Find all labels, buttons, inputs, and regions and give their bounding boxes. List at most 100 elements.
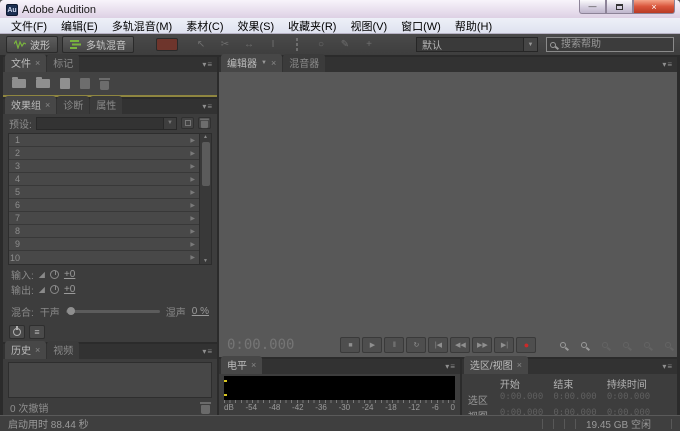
- stop-button[interactable]: ■: [340, 337, 360, 353]
- tab-close-icon[interactable]: ×: [251, 360, 256, 370]
- time-selection-tool-button[interactable]: I: [266, 39, 280, 50]
- delete-preset-button[interactable]: [198, 117, 211, 129]
- effect-slot[interactable]: 1▶: [9, 134, 199, 147]
- rack-list-button[interactable]: ≡: [29, 325, 45, 339]
- menu-help[interactable]: 帮助(H): [448, 17, 499, 35]
- play-button[interactable]: ▶: [362, 337, 382, 353]
- menu-file[interactable]: 文件(F): [4, 17, 54, 35]
- lasso-selection-tool-button[interactable]: ○: [314, 39, 328, 50]
- move-tool-button[interactable]: ↖: [194, 39, 208, 50]
- chevron-down-icon[interactable]: ▼: [523, 38, 537, 51]
- panel-menu-button[interactable]: ▾≡: [202, 347, 213, 356]
- chevron-down-icon[interactable]: ▼: [261, 60, 267, 66]
- selection-end[interactable]: 0:00.000: [553, 392, 606, 407]
- tab-history[interactable]: 历史×: [5, 341, 46, 359]
- slip-tool-button[interactable]: ↔: [242, 39, 256, 50]
- effect-slot[interactable]: 9▶: [9, 238, 199, 251]
- razor-tool-button[interactable]: ✂: [218, 39, 232, 50]
- history-list[interactable]: [8, 362, 212, 398]
- close-button[interactable]: ×: [633, 0, 675, 14]
- input-gain-knob[interactable]: [50, 270, 59, 279]
- mix-slider-thumb[interactable]: [67, 307, 75, 315]
- effect-slot[interactable]: 3▶: [9, 160, 199, 173]
- tab-video[interactable]: 视频: [47, 341, 79, 359]
- rewind-button[interactable]: ◀◀: [450, 337, 470, 353]
- wet-value[interactable]: 0 %: [192, 306, 209, 317]
- menu-effects[interactable]: 效果(S): [231, 17, 282, 35]
- import-file-button[interactable]: [36, 79, 50, 88]
- save-preset-button[interactable]: [181, 117, 194, 129]
- insert-into-multitrack-button[interactable]: [80, 78, 90, 89]
- slot-arrow-icon[interactable]: ▶: [190, 241, 199, 248]
- fast-forward-button[interactable]: ▶▶: [472, 337, 492, 353]
- menu-multitrack[interactable]: 多轨混音(M): [105, 17, 180, 35]
- open-file-button[interactable]: [12, 79, 26, 88]
- search-input[interactable]: [559, 38, 659, 51]
- editor-canvas[interactable]: [219, 72, 677, 333]
- slot-arrow-icon[interactable]: ▶: [190, 202, 199, 209]
- effect-slot[interactable]: 6▶: [9, 199, 199, 212]
- menu-window[interactable]: 窗口(W): [394, 17, 448, 35]
- tab-editor[interactable]: 编辑器▼×: [221, 54, 282, 72]
- slot-arrow-icon[interactable]: ▶: [190, 163, 199, 170]
- level-meter[interactable]: [224, 376, 455, 400]
- menu-edit[interactable]: 编辑(E): [54, 17, 105, 35]
- title-bar[interactable]: Au Adobe Audition — ×: [0, 0, 680, 18]
- scroll-down-icon[interactable]: ▼: [203, 258, 208, 264]
- tab-close-icon[interactable]: ×: [45, 100, 50, 110]
- new-file-button[interactable]: [60, 78, 70, 89]
- multitrack-view-button[interactable]: 多轨混音: [62, 36, 134, 53]
- slot-arrow-icon[interactable]: ▶: [190, 254, 199, 261]
- effect-slot[interactable]: 4▶: [9, 173, 199, 186]
- panel-menu-button[interactable]: ▾≡: [202, 102, 213, 111]
- slot-arrow-icon[interactable]: ▶: [190, 189, 199, 196]
- tab-close-icon[interactable]: ×: [271, 58, 276, 68]
- mix-slider[interactable]: [66, 310, 160, 313]
- effect-slot[interactable]: 10▶: [9, 251, 199, 264]
- waveform-view-button[interactable]: 波形: [6, 36, 58, 53]
- tab-mixer[interactable]: 混音器: [283, 54, 325, 72]
- tab-effects-rack[interactable]: 效果组×: [5, 96, 56, 114]
- tab-markers[interactable]: 标记: [47, 54, 79, 72]
- menu-view[interactable]: 视图(V): [343, 17, 394, 35]
- scrollbar-thumb[interactable]: [202, 142, 210, 186]
- zoom-out-button[interactable]: [575, 338, 592, 353]
- input-gain-value[interactable]: +0: [64, 269, 75, 280]
- chevron-down-icon[interactable]: ▼: [163, 118, 176, 129]
- maximize-button[interactable]: [606, 0, 633, 14]
- panel-menu-button[interactable]: ▾≡: [662, 362, 673, 371]
- minimize-button[interactable]: —: [579, 0, 606, 14]
- skip-to-start-button[interactable]: |◀: [428, 337, 448, 353]
- time-display[interactable]: 0:00.000: [227, 337, 294, 353]
- slot-arrow-icon[interactable]: ▶: [190, 228, 199, 235]
- tab-close-icon[interactable]: ×: [35, 58, 40, 68]
- effects-scrollbar[interactable]: ▲ ▼: [199, 134, 211, 264]
- spectral-display-button[interactable]: [156, 38, 178, 51]
- menu-favorites[interactable]: 收藏夹(R): [281, 17, 343, 35]
- selection-duration[interactable]: 0:00.000: [607, 392, 671, 407]
- rack-power-button[interactable]: [9, 325, 25, 339]
- panel-menu-button[interactable]: ▾≡: [202, 60, 213, 69]
- output-gain-value[interactable]: +0: [64, 284, 75, 295]
- clear-history-button[interactable]: [201, 405, 210, 414]
- skip-to-end-button[interactable]: ▶|: [494, 337, 514, 353]
- help-search-box[interactable]: [546, 37, 674, 52]
- tab-files[interactable]: 文件×: [5, 54, 46, 72]
- selection-start[interactable]: 0:00.000: [500, 392, 553, 407]
- tab-diagnostics[interactable]: 诊断: [57, 96, 89, 114]
- tab-properties[interactable]: 属性: [90, 96, 122, 114]
- loop-playback-button[interactable]: ↻: [406, 337, 426, 353]
- slot-arrow-icon[interactable]: ▶: [190, 150, 199, 157]
- workspace-dropdown[interactable]: 默认 ▼: [416, 37, 538, 52]
- scroll-up-icon[interactable]: ▲: [203, 134, 208, 140]
- marquee-selection-tool-button[interactable]: [290, 39, 304, 50]
- slot-arrow-icon[interactable]: ▶: [190, 215, 199, 222]
- panel-menu-button[interactable]: ▾≡: [445, 362, 456, 371]
- effect-slot[interactable]: 7▶: [9, 212, 199, 225]
- close-file-trash-button[interactable]: [100, 81, 109, 90]
- output-gain-knob[interactable]: [50, 285, 59, 294]
- zoom-in-left-edge-button[interactable]: [659, 338, 676, 353]
- paintbrush-tool-button[interactable]: ✎: [338, 39, 352, 50]
- tab-close-icon[interactable]: ×: [517, 360, 522, 370]
- zoom-out-amplitude-button[interactable]: [617, 338, 634, 353]
